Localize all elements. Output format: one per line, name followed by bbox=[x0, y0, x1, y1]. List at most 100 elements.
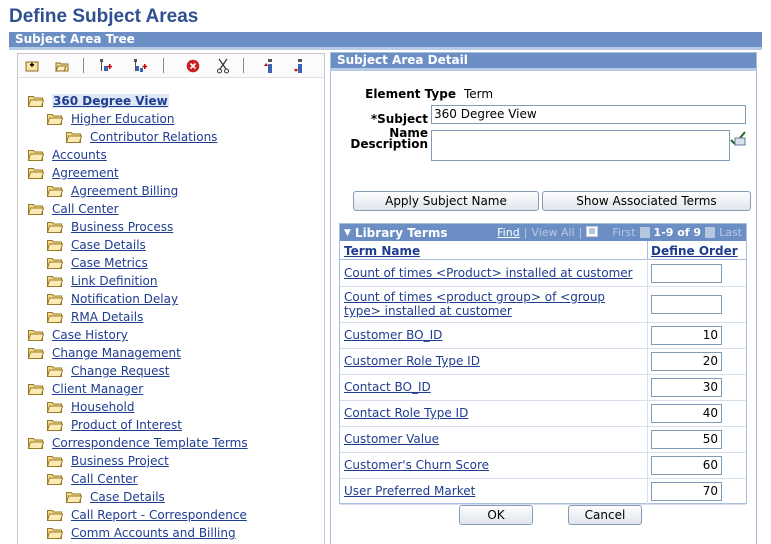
tree-node[interactable]: Link Definition bbox=[47, 272, 158, 290]
tree-node[interactable]: Change Management bbox=[28, 344, 181, 362]
insert-sibling-icon[interactable] bbox=[24, 58, 40, 74]
tree-node[interactable]: Agreement Billing bbox=[47, 182, 178, 200]
tree-node[interactable]: Correspondence Template Terms bbox=[28, 434, 248, 452]
tree-node-link[interactable]: Call Center bbox=[52, 202, 119, 216]
delete-icon[interactable] bbox=[185, 58, 201, 74]
tree-node[interactable]: Case Details bbox=[66, 488, 165, 506]
tree-node-link[interactable]: Household bbox=[71, 400, 135, 414]
tree-node[interactable]: Business Project bbox=[47, 452, 169, 470]
term-name-link[interactable]: Contact Role Type ID bbox=[344, 406, 644, 420]
define-order-column-header[interactable]: Define Order bbox=[651, 244, 738, 258]
last-link[interactable]: Last bbox=[719, 226, 742, 239]
define-order-input[interactable]: 20 bbox=[651, 352, 722, 371]
tree-node[interactable]: Client Manager bbox=[28, 380, 143, 398]
term-name-link[interactable]: Count of times <Product> installed at cu… bbox=[344, 266, 644, 280]
tree-node[interactable]: Accounts bbox=[28, 146, 107, 164]
tree-node[interactable]: Case Metrics bbox=[47, 254, 148, 272]
tree-node[interactable]: Call Report - Correspondence bbox=[47, 506, 247, 524]
define-order-input[interactable]: 10 bbox=[651, 326, 722, 345]
tree-node[interactable]: Notification Delay bbox=[47, 290, 178, 308]
define-order-input[interactable]: 40 bbox=[651, 404, 722, 423]
tree-node-link[interactable]: Comm Accounts and Billing bbox=[71, 526, 236, 540]
tree-node-link[interactable]: Case History bbox=[52, 328, 128, 342]
term-name-column-header[interactable]: Term Name bbox=[344, 244, 420, 258]
tree-node[interactable]: Contributor Relations bbox=[66, 128, 217, 146]
next-arrow-icon[interactable] bbox=[705, 227, 716, 238]
first-link[interactable]: First bbox=[612, 226, 635, 239]
insert-child-icon[interactable] bbox=[54, 58, 70, 74]
tree-node-link[interactable]: Call Report - Correspondence bbox=[71, 508, 247, 522]
term-name-link[interactable]: User Preferred Market bbox=[344, 484, 644, 498]
folder-open-icon bbox=[28, 329, 44, 341]
move-down-icon[interactable] bbox=[292, 58, 308, 74]
tree-node-link[interactable]: Case Metrics bbox=[71, 256, 148, 270]
tree-node-link[interactable]: RMA Details bbox=[71, 310, 143, 324]
term-name-link[interactable]: Count of times <product group> of <group… bbox=[344, 290, 644, 318]
apply-subject-name-button[interactable]: Apply Subject Name bbox=[353, 191, 539, 211]
tree-node[interactable]: 360 Degree View bbox=[28, 92, 169, 110]
tree-node[interactable]: Agreement bbox=[28, 164, 119, 182]
spell-check-icon[interactable] bbox=[729, 130, 747, 146]
define-order-input[interactable]: 70 bbox=[651, 482, 722, 501]
cancel-button[interactable]: Cancel bbox=[568, 505, 642, 525]
tree-node[interactable]: Case Details bbox=[47, 236, 146, 254]
tree-node[interactable]: RMA Details bbox=[47, 308, 143, 326]
tree-node-link[interactable]: Business Project bbox=[71, 454, 169, 468]
collapse-triangle-icon[interactable]: ▼ bbox=[344, 228, 351, 238]
tree-node-link[interactable]: Link Definition bbox=[71, 274, 158, 288]
add-child-element-icon[interactable] bbox=[132, 58, 148, 74]
grid-navigation: Find | View All | First 1-9 of 9 Last bbox=[497, 225, 742, 240]
tree-node-link[interactable]: Contributor Relations bbox=[90, 130, 217, 144]
tree-node[interactable]: Comm Accounts and Billing bbox=[47, 524, 236, 542]
tree-node[interactable]: Higher Education bbox=[47, 110, 174, 128]
tree-node-link[interactable]: Call Center bbox=[71, 472, 138, 486]
description-textarea[interactable] bbox=[431, 130, 730, 161]
term-name-link[interactable]: Customer Value bbox=[344, 432, 644, 446]
tree-node[interactable]: Household bbox=[47, 398, 135, 416]
tree-node-link[interactable]: 360 Degree View bbox=[52, 94, 169, 108]
define-order-input[interactable] bbox=[651, 264, 722, 283]
tree-node-link[interactable]: Case Details bbox=[90, 490, 165, 504]
tree-node-link[interactable]: Case Details bbox=[71, 238, 146, 252]
table-row: Count of times <product group> of <group… bbox=[340, 287, 746, 323]
tree-node[interactable]: Product of Interest bbox=[47, 416, 182, 434]
subject-name-input[interactable]: 360 Degree View bbox=[431, 105, 746, 124]
tree-node[interactable]: Call Center bbox=[28, 200, 119, 218]
tree-node-link[interactable]: Agreement bbox=[52, 166, 119, 180]
tree-node-link[interactable]: Correspondence Template Terms bbox=[52, 436, 248, 450]
folder-open-icon bbox=[66, 131, 82, 143]
tree-node-link[interactable]: Business Process bbox=[71, 220, 173, 234]
tree-node-link[interactable]: Notification Delay bbox=[71, 292, 178, 306]
previous-arrow-icon[interactable] bbox=[639, 227, 650, 238]
tree-node-link[interactable]: Change Management bbox=[52, 346, 181, 360]
show-associated-terms-button[interactable]: Show Associated Terms bbox=[542, 191, 751, 211]
define-order-input[interactable]: 50 bbox=[651, 430, 722, 449]
tree-node[interactable]: Change Request bbox=[47, 362, 170, 380]
define-order-input[interactable]: 60 bbox=[651, 456, 722, 475]
tree-node[interactable]: Business Process bbox=[47, 218, 173, 236]
add-element-icon[interactable] bbox=[98, 58, 114, 74]
cut-icon[interactable] bbox=[215, 58, 231, 74]
tree-node-link[interactable]: Agreement Billing bbox=[71, 184, 178, 198]
term-name-link[interactable]: Customer BO_ID bbox=[344, 328, 644, 342]
define-order-input[interactable] bbox=[651, 295, 722, 314]
tree-node-link[interactable]: Higher Education bbox=[71, 112, 174, 126]
tree-node[interactable]: Call Center bbox=[47, 470, 138, 488]
define-order-input[interactable]: 30 bbox=[651, 378, 722, 397]
folder-open-icon bbox=[47, 239, 63, 251]
view-all-link[interactable]: View All bbox=[531, 226, 574, 239]
row-count: 1-9 of 9 bbox=[653, 226, 702, 239]
tree-node-link[interactable]: Client Manager bbox=[52, 382, 143, 396]
folder-open-icon bbox=[47, 293, 63, 305]
tree-node[interactable]: Case History bbox=[28, 326, 128, 344]
tree-node-link[interactable]: Accounts bbox=[52, 148, 107, 162]
download-icon[interactable] bbox=[586, 225, 599, 240]
move-up-icon[interactable] bbox=[262, 58, 278, 74]
term-name-link[interactable]: Contact BO_ID bbox=[344, 380, 644, 394]
tree-node-link[interactable]: Change Request bbox=[71, 364, 170, 378]
tree-node-link[interactable]: Product of Interest bbox=[71, 418, 182, 432]
term-name-link[interactable]: Customer Role Type ID bbox=[344, 354, 644, 368]
ok-button[interactable]: OK bbox=[459, 505, 533, 525]
find-link[interactable]: Find bbox=[497, 226, 520, 239]
term-name-link[interactable]: Customer's Churn Score bbox=[344, 458, 644, 472]
